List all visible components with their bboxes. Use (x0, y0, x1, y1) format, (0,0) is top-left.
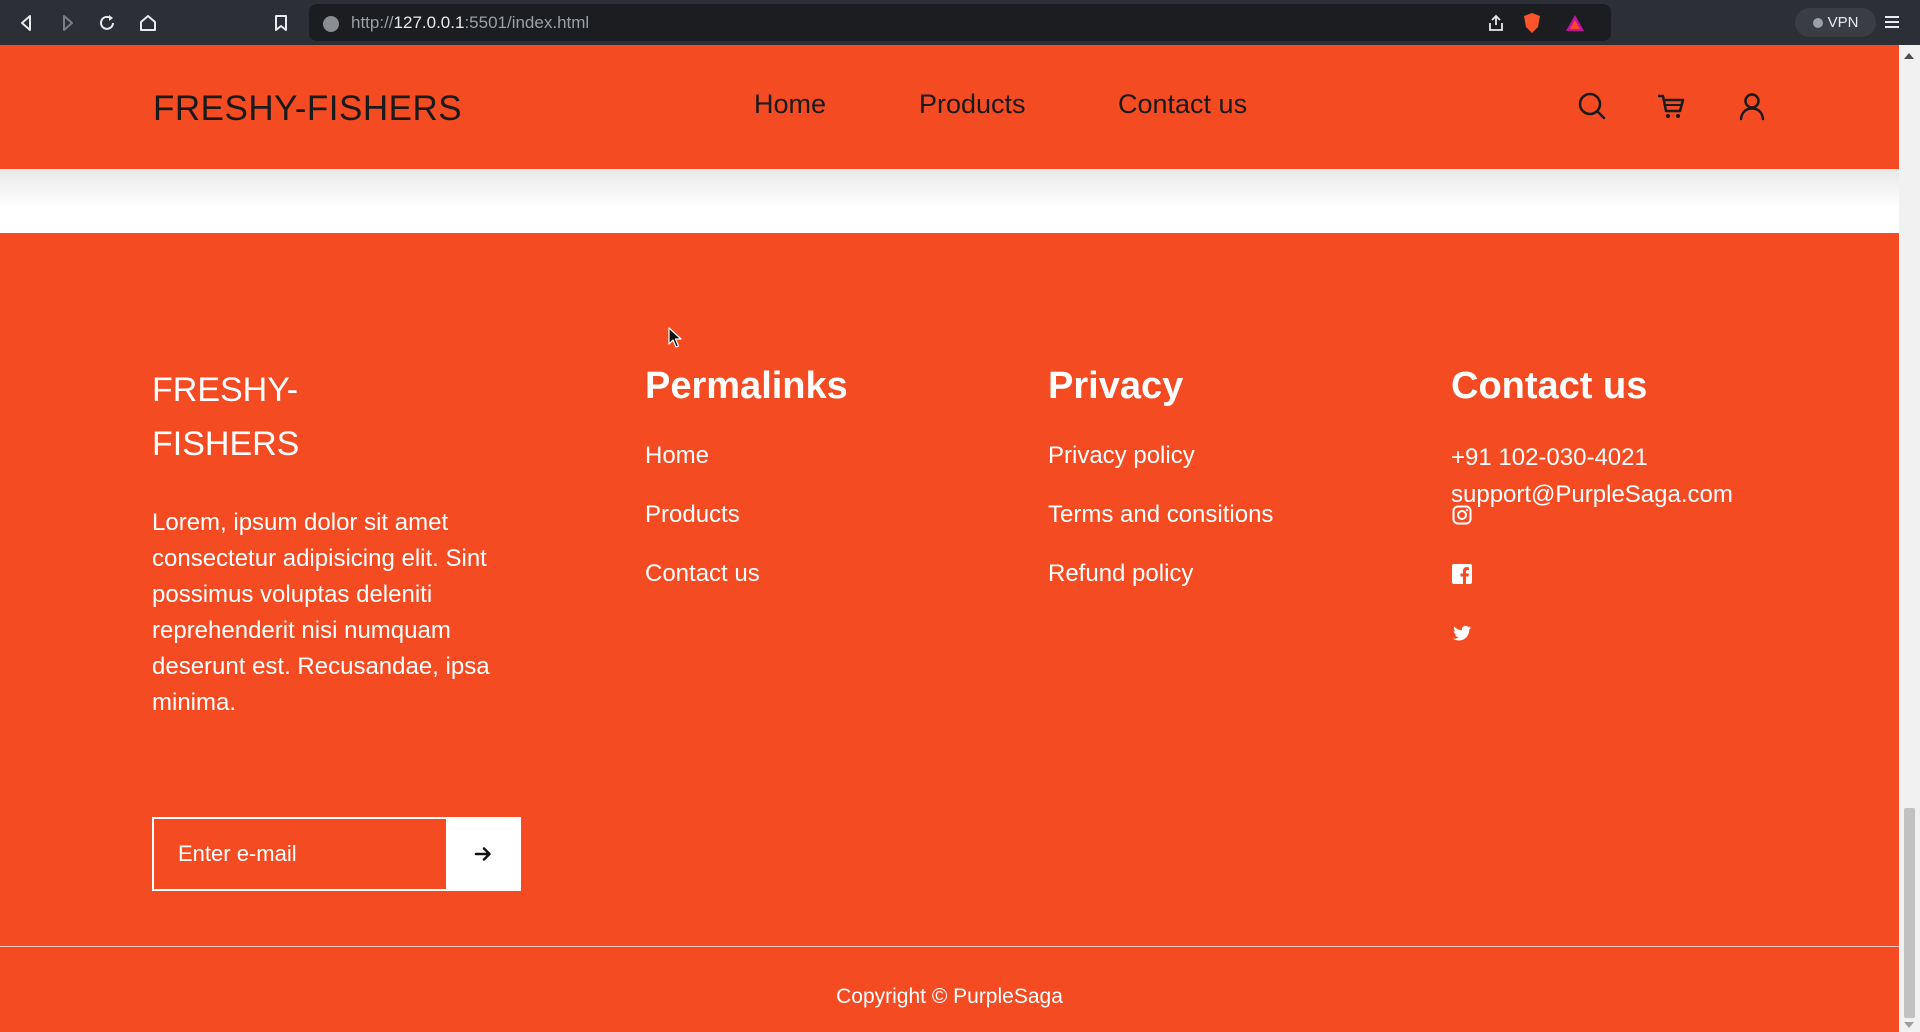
url-text: http://127.0.0.1:5501/index.html (351, 13, 590, 32)
footer-link-home[interactable]: Home (645, 442, 709, 470)
newsletter-form (152, 817, 521, 891)
terms-link[interactable]: Terms and consitions (1048, 501, 1273, 529)
forward-icon[interactable] (55, 11, 79, 35)
arrow-right-icon (474, 847, 491, 861)
nav-home[interactable]: Home (754, 89, 826, 120)
privacy-policy-link[interactable]: Privacy policy (1048, 442, 1195, 470)
footer-brand: FRESHY-FISHERS (152, 371, 300, 463)
site-header: FRESHY-FISHERS Home Products Contact us (0, 45, 1899, 169)
reload-icon[interactable] (95, 11, 119, 35)
nav-contact[interactable]: Contact us (1118, 89, 1247, 120)
menu-icon[interactable] (1883, 13, 1901, 35)
instagram-icon[interactable] (1452, 505, 1472, 525)
address-bar[interactable]: http://127.0.0.1:5501/index.html (309, 4, 1611, 41)
contact-heading: Contact us (1451, 365, 1648, 407)
refund-policy-link[interactable]: Refund policy (1048, 560, 1193, 588)
subscribe-button[interactable] (446, 819, 519, 889)
site-logo[interactable]: FRESHY-FISHERS (153, 89, 462, 129)
back-icon[interactable] (15, 11, 39, 35)
share-icon[interactable] (1486, 13, 1506, 37)
scroll-up-icon[interactable] (1904, 53, 1914, 59)
section-spacer (0, 169, 1899, 233)
footer-link-contact[interactable]: Contact us (645, 560, 760, 588)
copyright-text: Copyright © PurpleSaga (836, 985, 1063, 1008)
permalinks-heading: Permalinks (645, 365, 848, 407)
search-icon[interactable] (1576, 90, 1608, 122)
nav-products[interactable]: Products (919, 89, 1026, 120)
mouse-cursor-icon (668, 327, 682, 348)
footer-link-products[interactable]: Products (645, 501, 740, 529)
privacy-heading: Privacy (1048, 365, 1184, 407)
site-info-icon[interactable] (323, 16, 339, 32)
rewards-icon[interactable] (1564, 13, 1586, 37)
bookmark-icon[interactable] (269, 11, 293, 35)
email-input[interactable] (154, 819, 446, 889)
footer-divider (0, 946, 1899, 947)
twitter-icon[interactable] (1452, 623, 1472, 643)
footer-description: Lorem, ipsum dolor sit amet consectetur … (152, 509, 490, 716)
home-icon[interactable] (136, 11, 160, 35)
browser-toolbar: http://127.0.0.1:5501/index.html VPN (0, 0, 1920, 45)
contact-phone: +91 102-030-4021 (1451, 444, 1648, 471)
vpn-status-icon (1812, 17, 1823, 28)
vpn-button[interactable]: VPN (1795, 8, 1876, 37)
contact-email[interactable]: support@PurpleSaga.com (1451, 481, 1733, 509)
page-viewport: FRESHY-FISHERS Home Products Contact us … (0, 45, 1899, 1032)
brave-shield-icon[interactable] (1522, 12, 1542, 38)
cart-icon[interactable] (1655, 90, 1687, 122)
site-footer: FRESHY-FISHERS Lorem, ipsum dolor sit am… (0, 233, 1899, 1032)
user-icon[interactable] (1736, 90, 1768, 122)
vpn-label: VPN (1827, 14, 1859, 31)
scrollbar-thumb[interactable] (1904, 808, 1915, 1018)
facebook-icon[interactable] (1452, 564, 1472, 584)
scroll-down-icon[interactable] (1904, 1022, 1914, 1028)
page-scrollbar[interactable] (1899, 45, 1920, 1032)
